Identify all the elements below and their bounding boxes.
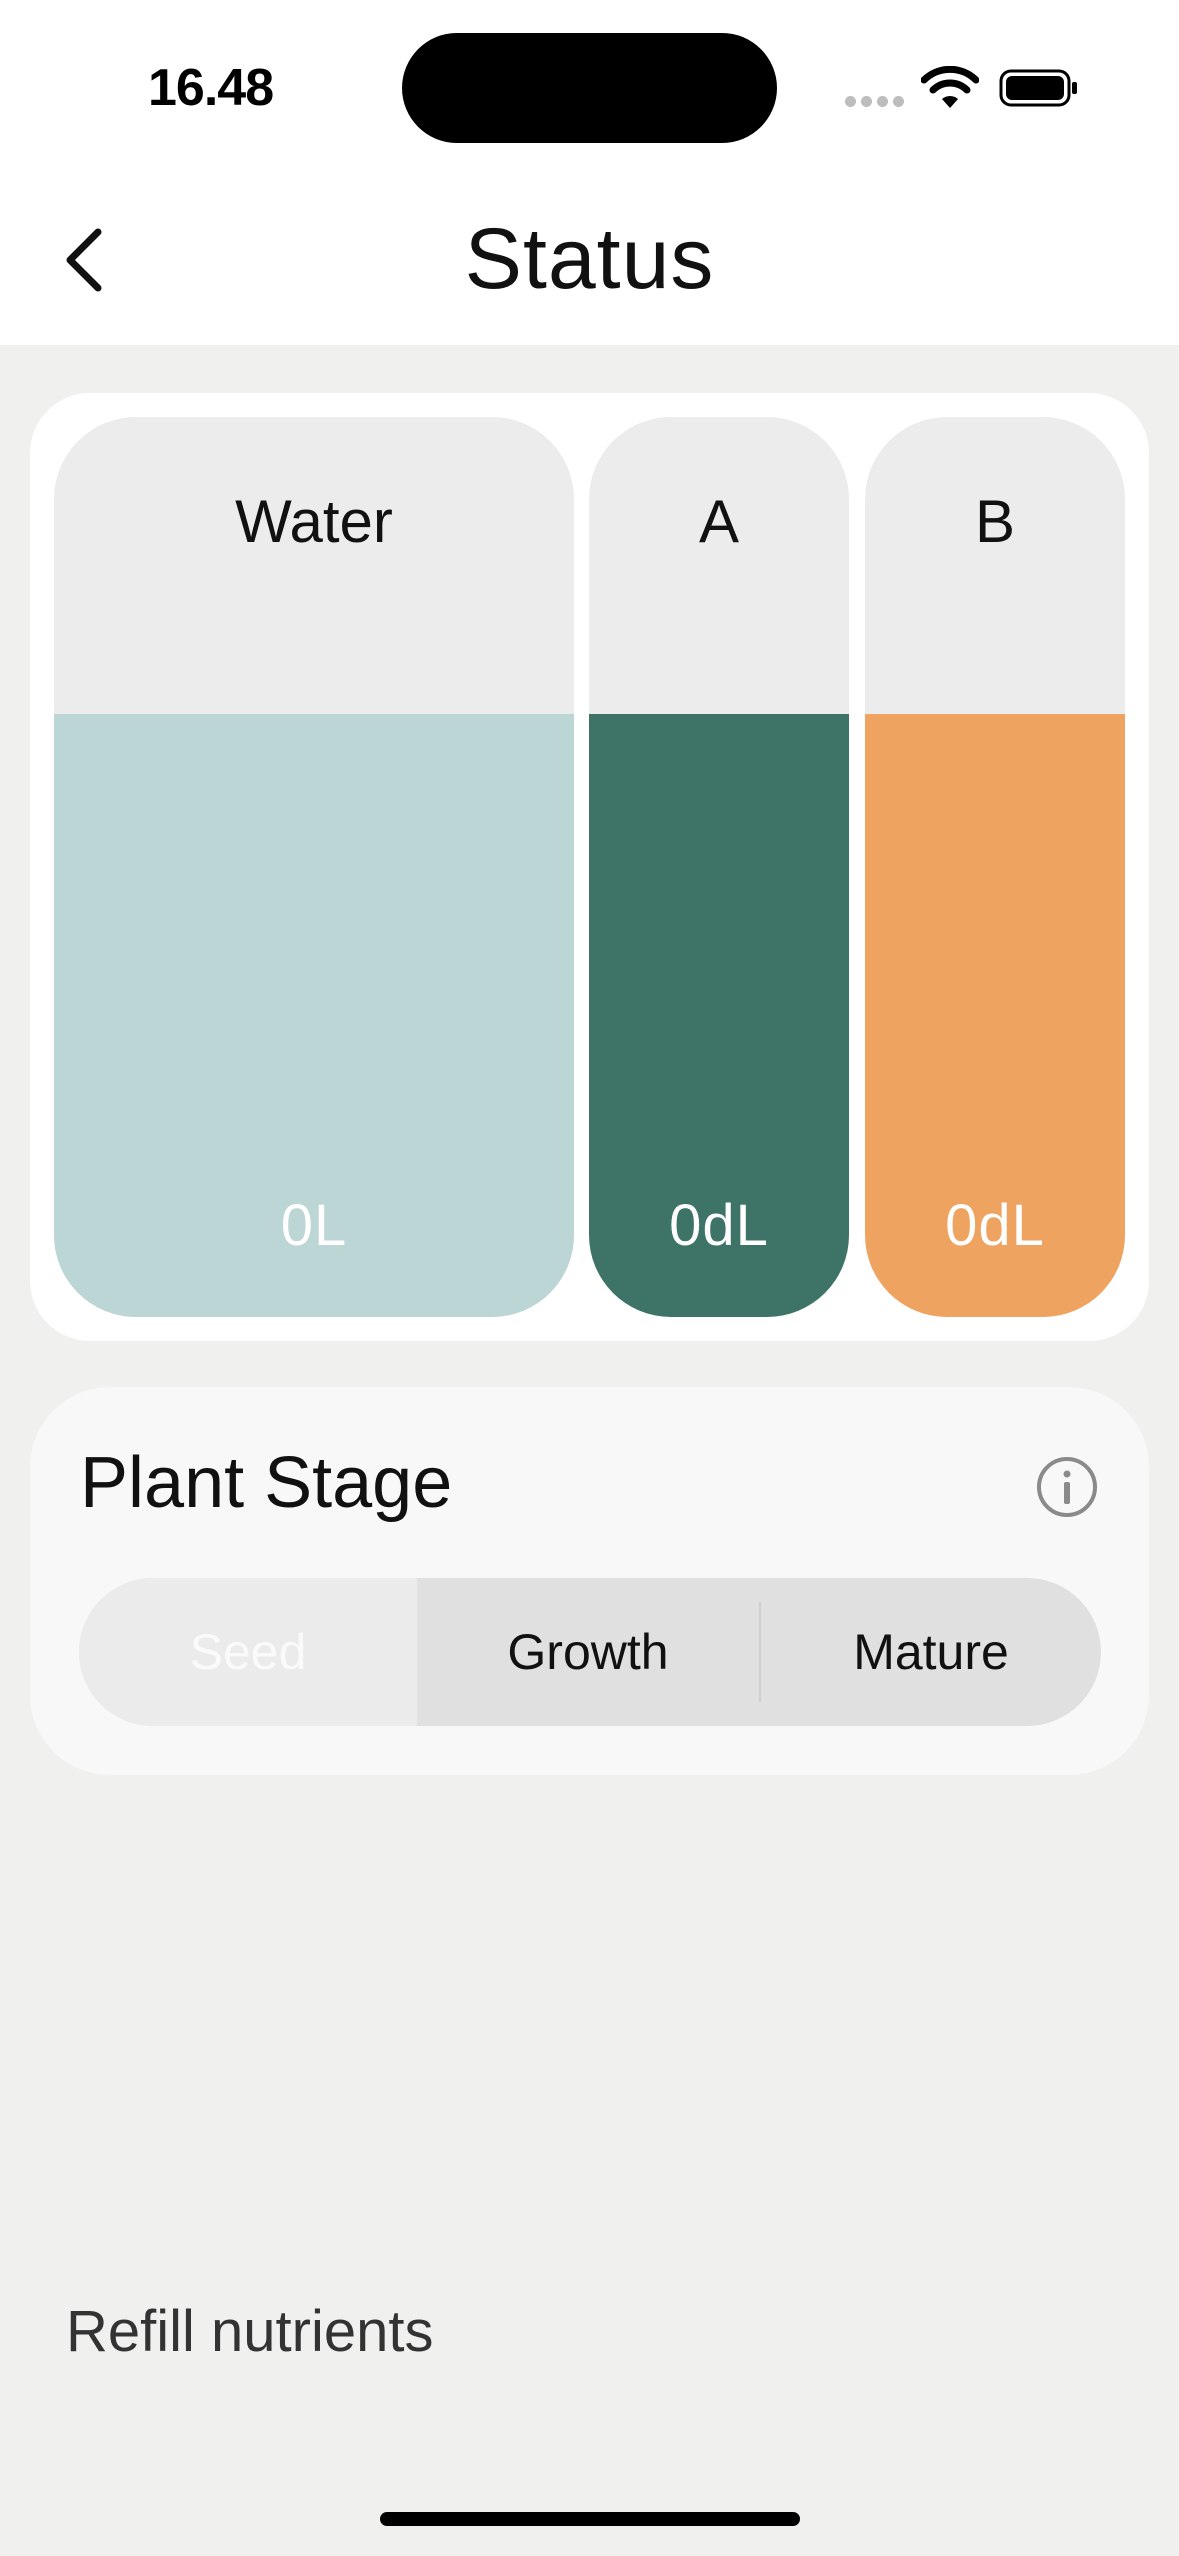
plant-stage-card: Plant Stage Seed Growth Mature (30, 1387, 1149, 1775)
stage-growth-option[interactable]: Growth (417, 1578, 759, 1726)
nutrient-a-label: A (698, 488, 740, 555)
nutrient-a-value: 0dL (669, 1193, 769, 1258)
plant-stage-selector: Seed Growth Mature (79, 1578, 1101, 1726)
stage-mature-option[interactable]: Mature (761, 1578, 1101, 1726)
stage-seed-option[interactable]: Seed (79, 1578, 417, 1726)
info-icon[interactable] (1035, 1455, 1099, 1519)
status-bar-time: 16.48 (148, 59, 274, 117)
nutrient-b-label: B (974, 488, 1016, 555)
battery-icon (999, 69, 1077, 107)
water-tank: Water 0L (54, 417, 574, 1317)
cellular-signal-icon (845, 96, 905, 108)
status-screen: 16.48 Status Water 0L A 0dL B 0dL Plant … (0, 0, 1179, 2556)
nutrient-a-tank: A 0dL (589, 417, 849, 1317)
refill-nutrients-link[interactable]: Refill nutrients (66, 2298, 433, 2365)
tank-levels-card: Water 0L A 0dL B 0dL (30, 393, 1149, 1341)
home-indicator[interactable] (380, 2512, 800, 2526)
nutrient-b-tank: B 0dL (865, 417, 1125, 1317)
top-bar: 16.48 Status (0, 0, 1179, 345)
water-tank-label: Water (235, 488, 393, 555)
dynamic-island (402, 33, 777, 143)
wifi-icon (921, 66, 979, 108)
water-tank-value: 0L (280, 1193, 348, 1258)
page-title: Status (464, 211, 715, 307)
plant-stage-title: Plant Stage (80, 1443, 453, 1523)
nutrient-b-value: 0dL (945, 1193, 1045, 1258)
